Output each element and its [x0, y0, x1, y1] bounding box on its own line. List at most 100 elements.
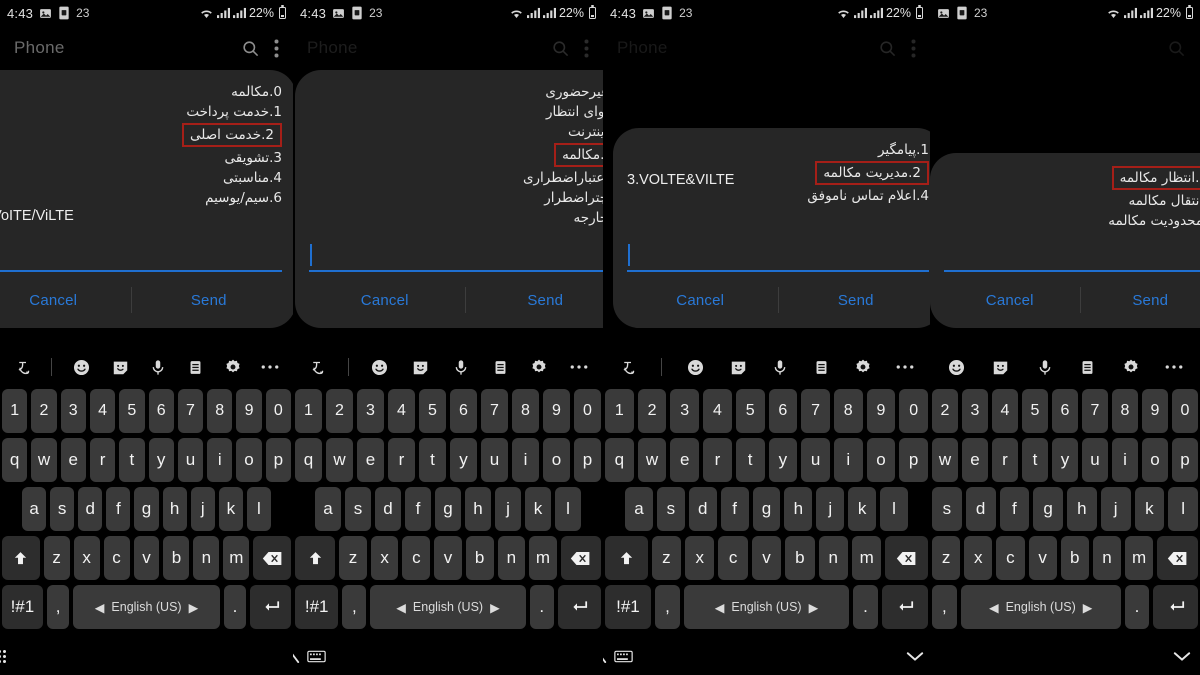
key-p[interactable]: p — [899, 438, 929, 482]
key-period[interactable]: . — [1124, 585, 1150, 629]
key-x[interactable]: x — [73, 536, 100, 580]
key-g[interactable]: g — [1033, 487, 1063, 531]
key-4[interactable]: 4 — [703, 389, 732, 433]
key-c[interactable]: c — [402, 536, 431, 580]
key-d[interactable]: d — [375, 487, 401, 531]
more-horizontal-icon[interactable] — [896, 364, 914, 370]
key-3[interactable]: 3 — [60, 389, 86, 433]
key-period[interactable]: . — [529, 585, 554, 629]
sticker-icon[interactable] — [729, 358, 748, 377]
key-q[interactable]: q — [604, 438, 634, 482]
space-key[interactable]: ◀ English (US) ▶ — [370, 585, 526, 629]
enter-icon[interactable] — [1153, 585, 1198, 629]
key-m[interactable]: m — [529, 536, 557, 580]
space-key[interactable]: ◀ English (US) ▶ — [960, 585, 1121, 629]
key-j[interactable]: j — [495, 487, 521, 531]
key-y[interactable]: y — [768, 438, 798, 482]
key-comma[interactable]: , — [46, 585, 70, 629]
cancel-button[interactable]: Cancel — [0, 292, 131, 309]
key-w[interactable]: w — [31, 438, 57, 482]
keyboard-hide-icon[interactable] — [307, 650, 326, 663]
key-f[interactable]: f — [405, 487, 431, 531]
send-button[interactable]: Send — [1081, 292, 1200, 309]
space-next-lang-icon[interactable]: ▶ — [809, 600, 819, 615]
backspace-icon[interactable] — [885, 536, 928, 580]
key-n[interactable]: n — [1092, 536, 1122, 580]
key-m[interactable]: m — [223, 536, 250, 580]
key-n[interactable]: n — [193, 536, 220, 580]
key-u[interactable]: u — [1082, 438, 1108, 482]
key-t[interactable]: t — [735, 438, 765, 482]
keyboard-hide-icon[interactable] — [614, 650, 633, 663]
key-g[interactable]: g — [134, 487, 159, 531]
key-g[interactable]: g — [752, 487, 781, 531]
key-2[interactable]: 2 — [637, 389, 667, 433]
key-comma[interactable]: , — [932, 585, 957, 629]
send-button[interactable]: Send — [779, 292, 931, 309]
cancel-button[interactable]: Cancel — [305, 292, 465, 309]
key-l[interactable]: l — [880, 487, 909, 531]
key-v[interactable]: v — [133, 536, 160, 580]
key-s[interactable]: s — [50, 487, 75, 531]
key-d[interactable]: d — [688, 487, 717, 531]
key-u[interactable]: u — [801, 438, 830, 482]
key-j[interactable]: j — [1100, 487, 1131, 531]
emoji-icon[interactable] — [686, 358, 705, 377]
key-y[interactable]: y — [1052, 438, 1078, 482]
key-k[interactable]: k — [1134, 487, 1165, 531]
chevron-down-icon[interactable] — [906, 650, 924, 662]
chevron-down-icon[interactable] — [1173, 650, 1191, 662]
key-l[interactable]: l — [555, 487, 581, 531]
key-7[interactable]: 7 — [481, 389, 508, 433]
translate-icon[interactable] — [308, 358, 326, 376]
key-1[interactable]: 1 — [295, 389, 322, 433]
back-slash-icon[interactable] — [603, 649, 608, 664]
key-r[interactable]: r — [992, 438, 1018, 482]
key-k[interactable]: k — [218, 487, 243, 531]
key-v[interactable]: v — [751, 536, 782, 580]
backspace-icon[interactable] — [253, 536, 291, 580]
microphone-icon[interactable] — [149, 358, 167, 377]
send-button[interactable]: Send — [132, 292, 287, 309]
search-icon[interactable] — [878, 39, 897, 58]
key-z[interactable]: z — [651, 536, 682, 580]
key-3[interactable]: 3 — [670, 389, 700, 433]
ussd-reply-input[interactable] — [627, 244, 929, 272]
key-t[interactable]: t — [419, 438, 446, 482]
emoji-icon[interactable] — [370, 358, 389, 377]
key-i[interactable]: i — [207, 438, 233, 482]
key-2[interactable]: 2 — [326, 389, 353, 433]
key-a[interactable]: a — [22, 487, 47, 531]
search-icon[interactable] — [241, 39, 260, 58]
key-n[interactable]: n — [818, 536, 848, 580]
key-1[interactable]: 1 — [2, 389, 28, 433]
key-7[interactable]: 7 — [177, 389, 204, 433]
search-icon[interactable] — [1167, 39, 1186, 58]
key-r[interactable]: r — [89, 438, 116, 482]
more-horizontal-icon[interactable] — [570, 364, 588, 370]
shift-icon[interactable] — [295, 536, 336, 580]
key-y[interactable]: y — [450, 438, 477, 482]
ussd-reply-input[interactable] — [309, 244, 603, 272]
key-6[interactable]: 6 — [1052, 389, 1078, 433]
key-1[interactable]: 1 — [604, 389, 634, 433]
key-v[interactable]: v — [1028, 536, 1057, 580]
key-5[interactable]: 5 — [419, 389, 446, 433]
space-prev-lang-icon[interactable]: ◀ — [715, 600, 725, 615]
key-0[interactable]: 0 — [574, 389, 601, 433]
key-l[interactable]: l — [246, 487, 271, 531]
key-q[interactable]: q — [2, 438, 28, 482]
ussd-reply-input[interactable] — [0, 246, 282, 272]
key-b[interactable]: b — [465, 536, 494, 580]
key-j[interactable]: j — [190, 487, 215, 531]
key-c[interactable]: c — [103, 536, 130, 580]
key-0[interactable]: 0 — [899, 389, 929, 433]
settings-gear-icon[interactable] — [854, 358, 872, 376]
key-v[interactable]: v — [434, 536, 462, 580]
key-w[interactable]: w — [637, 438, 667, 482]
key-g[interactable]: g — [435, 487, 461, 531]
key-x[interactable]: x — [685, 536, 715, 580]
key-c[interactable]: c — [996, 536, 1025, 580]
key-8[interactable]: 8 — [1112, 389, 1138, 433]
key-comma[interactable]: , — [342, 585, 367, 629]
